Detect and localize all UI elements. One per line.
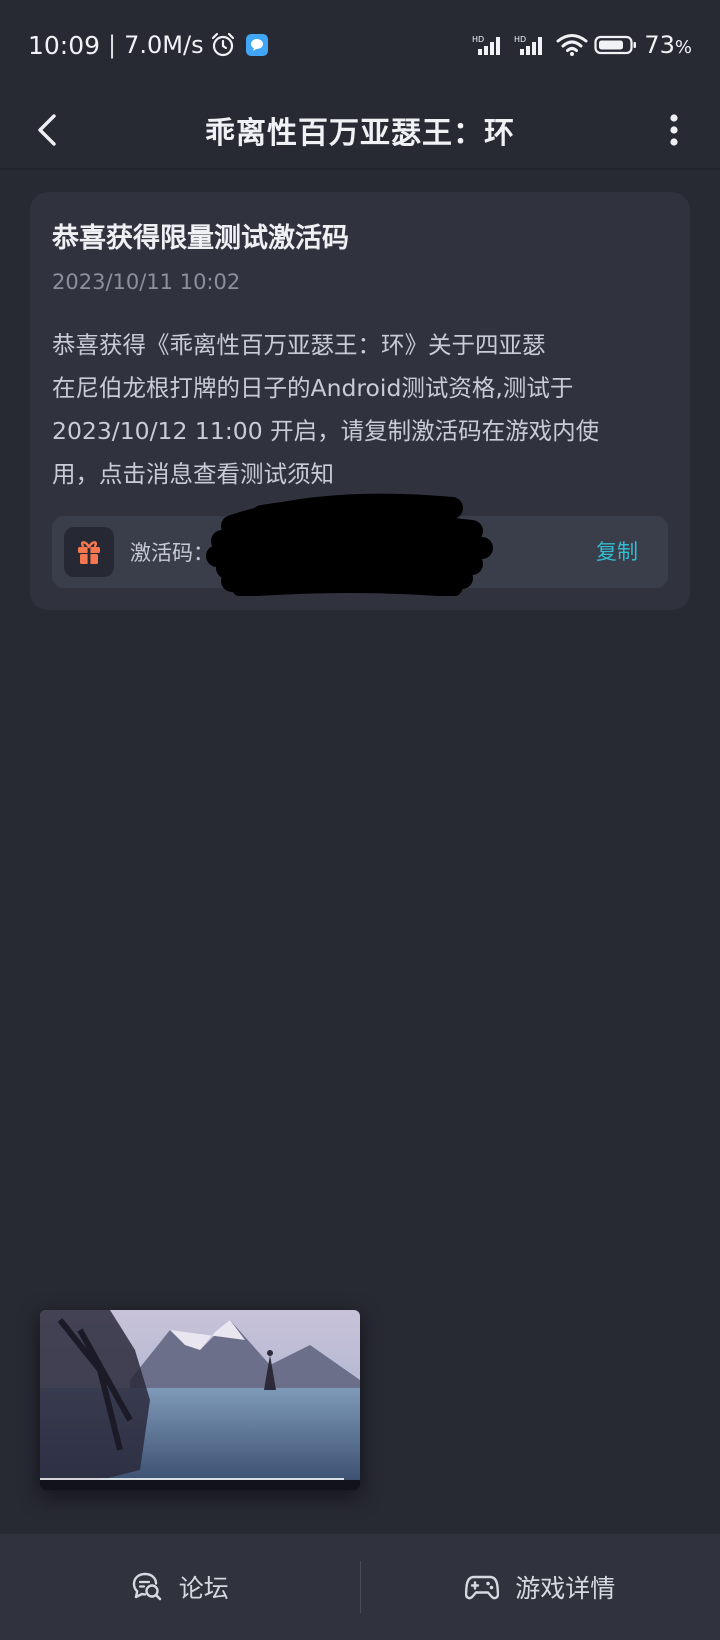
forum-tab-label: 论坛	[178, 1574, 229, 1603]
message-body-line: 恭喜获得《乖离性百万亚瑟王：环》关于四亚瑟	[52, 331, 546, 359]
activation-code-row: 激活码： 复制	[52, 493, 668, 596]
battery-value: 73	[644, 31, 675, 59]
more-vertical-icon	[670, 114, 678, 146]
wifi-icon	[556, 33, 588, 57]
redaction-scribble	[206, 493, 493, 596]
battery-unit: %	[674, 37, 692, 58]
back-button[interactable]	[22, 104, 74, 156]
gamepad-icon	[465, 1575, 500, 1600]
status-time: 10:09	[28, 30, 101, 60]
status-bar: 10:09 | 7.0M/s HD HD 73%	[0, 0, 720, 90]
svg-text:HD: HD	[514, 35, 526, 44]
battery-icon	[594, 33, 638, 57]
message-card[interactable]: 恭喜获得限量测试激活码 2023/10/11 10:02 恭喜获得《乖离性百万亚…	[30, 192, 690, 610]
game-details-tab-label: 游戏详情	[515, 1574, 616, 1603]
gift-icon	[64, 527, 114, 577]
hd-signal-icon: HD	[472, 33, 508, 57]
network-speed: 7.0M/s	[124, 31, 204, 59]
header-divider	[0, 168, 720, 170]
message-body-line: 2023/10/12 11:00 开启，请复制激活码在游戏内使	[52, 417, 600, 445]
back-chevron-icon	[38, 114, 56, 146]
video-frame	[40, 1310, 360, 1480]
floating-video-player[interactable]	[40, 1310, 360, 1490]
page-title: 乖离性百万亚瑟王：环	[205, 116, 515, 151]
more-options-button[interactable]	[648, 104, 700, 156]
app-header: 乖离性百万亚瑟王：环	[0, 90, 720, 170]
message-date: 2023/10/11 10:02	[52, 270, 241, 294]
forum-tab[interactable]: 论坛	[0, 1534, 360, 1640]
status-right: HD HD 73%	[472, 31, 692, 59]
message-app-icon	[245, 34, 268, 56]
svg-text:HD: HD	[472, 35, 484, 44]
game-details-tab[interactable]: 游戏详情	[361, 1534, 720, 1640]
activation-code-label: 激活码：	[130, 541, 214, 565]
message-body-line: 在尼伯龙根打牌的日子的Android测试资格,测试于	[52, 374, 574, 402]
chat-search-icon	[132, 1572, 162, 1601]
message-body-line: 用，点击消息查看测试须知	[52, 460, 334, 488]
battery-percent: 73%	[644, 31, 692, 59]
alarm-icon	[210, 32, 236, 58]
status-separator: |	[108, 31, 117, 59]
message-body: 恭喜获得《乖离性百万亚瑟王：环》关于四亚瑟 在尼伯龙根打牌的日子的Android…	[52, 324, 652, 496]
status-left: 10:09 | 7.0M/s	[28, 31, 268, 60]
bottom-nav: 论坛 游戏详情	[0, 1534, 720, 1640]
hd-signal-icon: HD	[514, 33, 550, 57]
copy-button[interactable]: 复制	[596, 536, 638, 566]
video-control-bar	[40, 1480, 360, 1490]
message-title: 恭喜获得限量测试激活码	[52, 223, 349, 254]
